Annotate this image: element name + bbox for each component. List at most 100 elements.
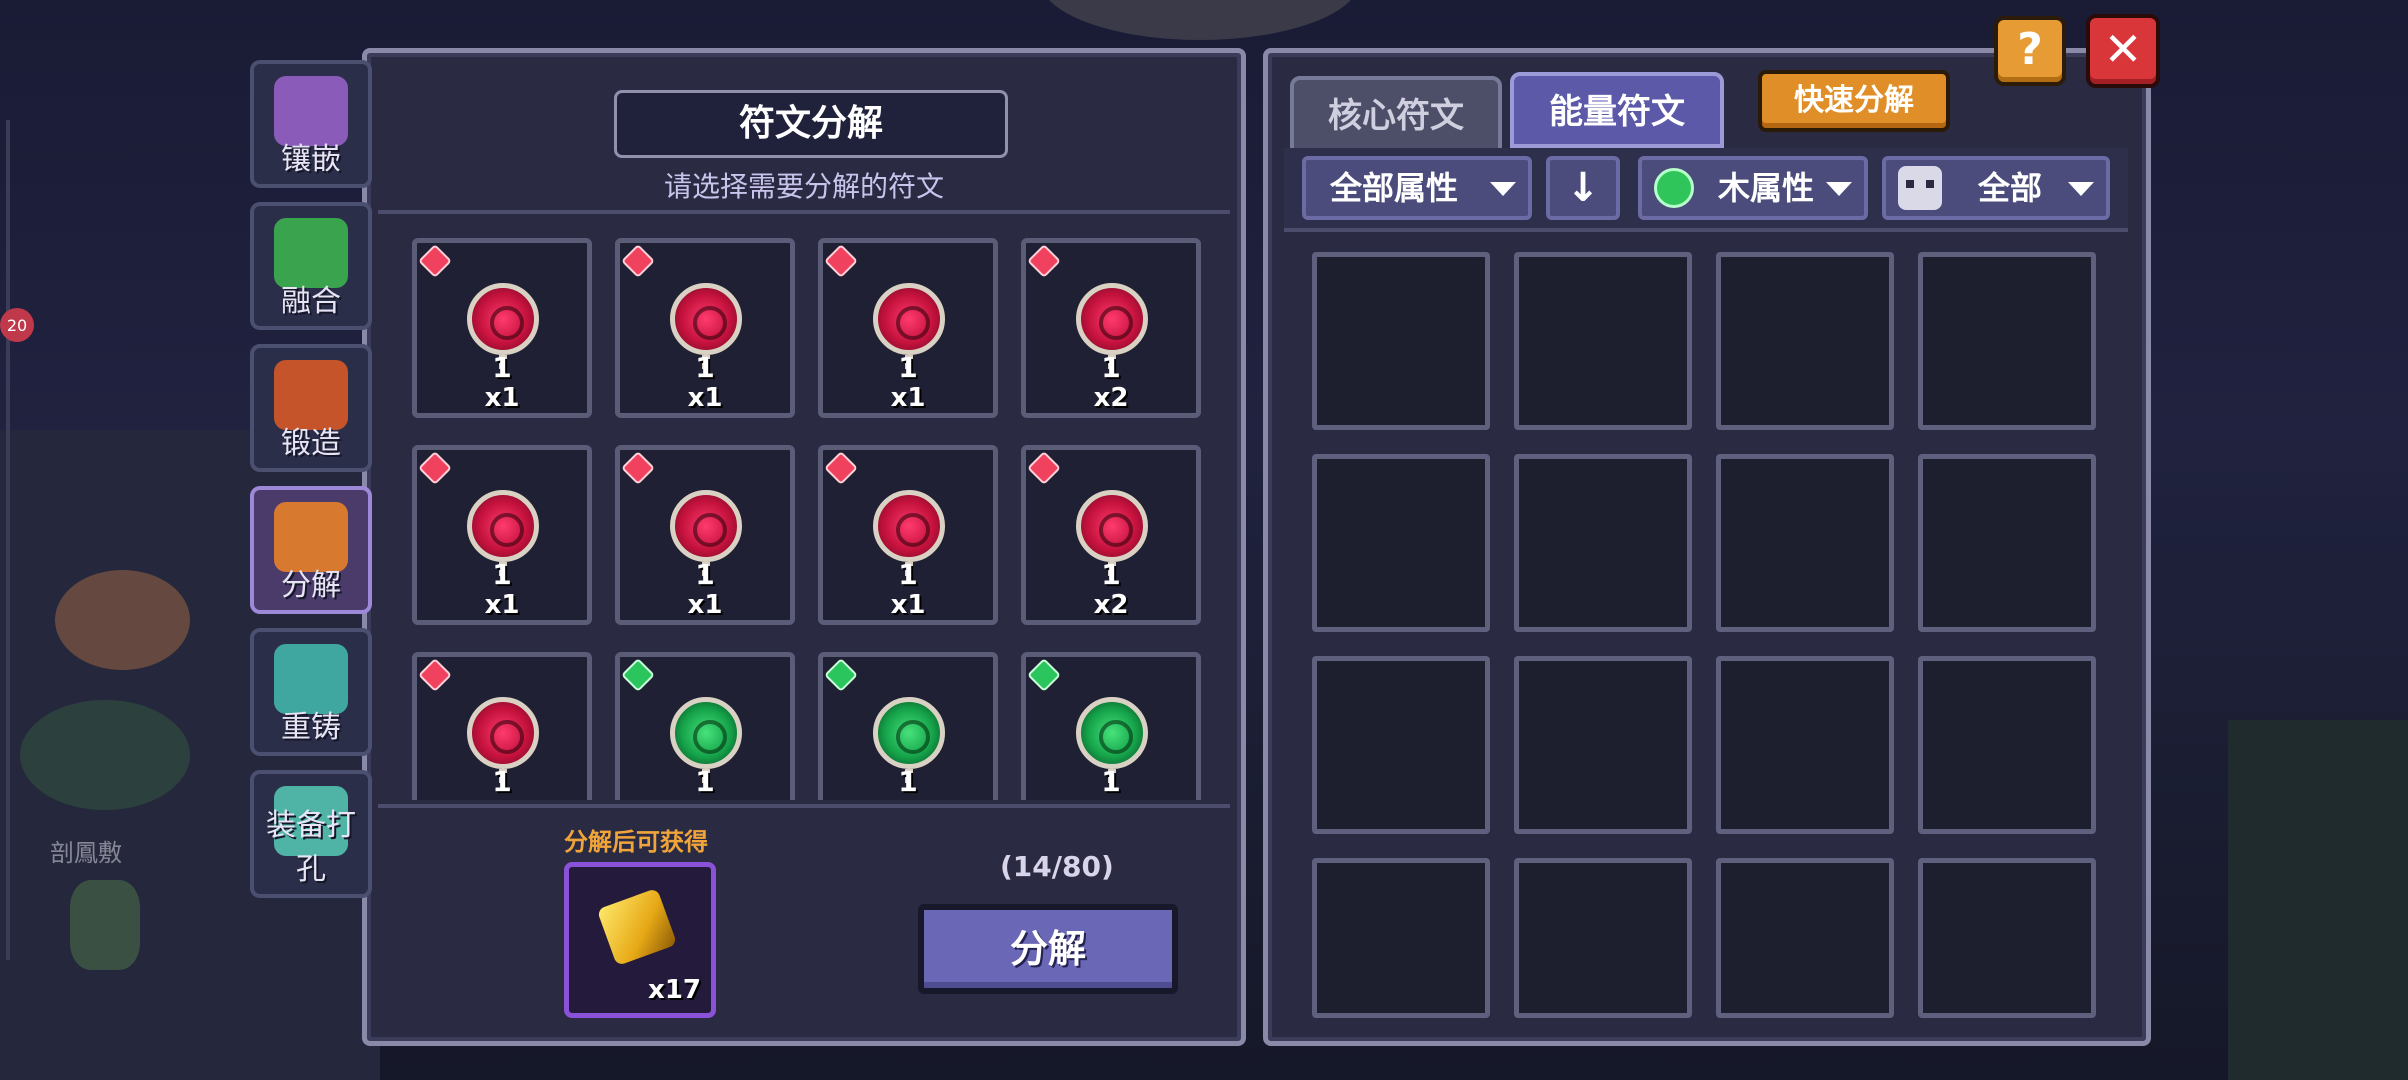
- rune-slot[interactable]: 1 x2: [1021, 445, 1201, 625]
- background-npc: [20, 700, 190, 810]
- rune-level: 1: [898, 558, 918, 591]
- rune-count: x1: [484, 590, 520, 620]
- inventory-slot[interactable]: [1716, 252, 1894, 430]
- fire-element-icon: [824, 244, 858, 278]
- inventory-slot[interactable]: [1514, 858, 1692, 1018]
- fire-element-icon: [418, 244, 452, 278]
- rune-orb-icon: [670, 283, 742, 355]
- help-button[interactable]: ?: [1994, 16, 2066, 86]
- rune-slot[interactable]: 1 x1: [615, 238, 795, 418]
- background-house: [2228, 720, 2408, 1080]
- quick-decompose-button[interactable]: 快速分解: [1758, 70, 1950, 132]
- tab-core-runes[interactable]: 核心符文: [1290, 76, 1502, 152]
- tab-energy-runes[interactable]: 能量符文: [1510, 72, 1724, 148]
- inventory-slot[interactable]: [1312, 656, 1490, 834]
- rune-level: 1: [492, 765, 512, 798]
- inventory-slot[interactable]: [1716, 858, 1894, 1018]
- inventory-slot[interactable]: [1918, 252, 2096, 430]
- inventory-slot[interactable]: [1716, 454, 1894, 632]
- category-filter-dropdown[interactable]: 全部: [1882, 156, 2110, 220]
- reward-label: 分解后可获得: [564, 828, 708, 856]
- side-tab-label: 镶嵌: [281, 142, 341, 177]
- rune-orb-icon: [1076, 283, 1148, 355]
- divider: [1284, 228, 2128, 232]
- element-filter-dropdown[interactable]: 木属性: [1638, 156, 1868, 220]
- inventory-slot[interactable]: [1716, 656, 1894, 834]
- fire-element-icon: [621, 244, 655, 278]
- rune-slot[interactable]: 1 x1: [412, 445, 592, 625]
- rune-level: 1: [695, 351, 715, 384]
- rune-count: x2: [1093, 383, 1129, 413]
- rune-count: x1: [687, 383, 723, 413]
- rune-orb-icon: [1076, 490, 1148, 562]
- rune-slot[interactable]: 1 x1: [818, 445, 998, 625]
- inventory-slot[interactable]: [1514, 454, 1692, 632]
- sort-order-button[interactable]: ↓: [1546, 156, 1620, 220]
- rune-slot[interactable]: 1 x1: [818, 238, 998, 418]
- side-tab-0[interactable]: 镶嵌: [250, 60, 372, 188]
- rune-orb-icon: [467, 697, 539, 769]
- rune-capacity: (14/80): [1000, 850, 1114, 883]
- fire-element-icon: [418, 451, 452, 485]
- rune-level: 1: [898, 351, 918, 384]
- rune-slot[interactable]: 1 x1: [412, 238, 592, 418]
- rune-level: 1: [1101, 765, 1121, 798]
- rune-slot[interactable]: 1 x2: [1021, 238, 1201, 418]
- gold-ingot-icon: [596, 887, 678, 967]
- side-tab-1[interactable]: 融合: [250, 202, 372, 330]
- fire-element-icon: [621, 451, 655, 485]
- wood-element-icon: [824, 658, 858, 692]
- close-button[interactable]: ✕: [2086, 14, 2160, 88]
- inventory-slot[interactable]: [1918, 858, 2096, 1018]
- inventory-slot[interactable]: [1514, 656, 1692, 834]
- rune-level: 1: [695, 765, 715, 798]
- rune-level: 1: [898, 765, 918, 798]
- side-tab-label: 融合: [281, 284, 341, 319]
- fire-element-icon: [824, 451, 858, 485]
- rune-level: 1: [695, 558, 715, 591]
- rune-slot[interactable]: 1 x1: [615, 445, 795, 625]
- chevron-down-icon: [1826, 182, 1852, 196]
- attribute-filter-dropdown[interactable]: 全部属性: [1302, 156, 1532, 220]
- side-tab-2[interactable]: 锻造: [250, 344, 372, 472]
- background-moon: [1040, 0, 1360, 40]
- inventory-slot[interactable]: [1312, 858, 1490, 1018]
- rune-slot[interactable]: 1: [412, 652, 592, 800]
- background-edge: [6, 120, 10, 960]
- panel-title: 符文分解: [614, 90, 1008, 158]
- attribute-filter-label: 全部属性: [1330, 169, 1459, 207]
- inventory-slot[interactable]: [1918, 656, 2096, 834]
- inventory-slot[interactable]: [1514, 252, 1692, 430]
- rune-slot[interactable]: 1: [615, 652, 795, 800]
- monster-icon: [1898, 166, 1942, 210]
- fire-element-icon: [1027, 451, 1061, 485]
- fire-element-icon: [418, 658, 452, 692]
- rune-slot[interactable]: 1: [818, 652, 998, 800]
- inventory-slot[interactable]: [1918, 454, 2096, 632]
- side-tab-5[interactable]: 装备打孔: [250, 770, 372, 898]
- chevron-down-icon: [1490, 182, 1516, 196]
- wood-element-icon: [1027, 658, 1061, 692]
- rune-level: 1: [1101, 351, 1121, 384]
- selected-rune-grid: 1 x1 1 x1 1 x1 1 x2 1 x1 1 x1 1 x1 1 x2 1 1 1 1: [400, 228, 1220, 800]
- side-tab-label: 分解: [281, 568, 341, 603]
- category-filter-label: 全部: [1978, 169, 2043, 207]
- reward-quantity: x17: [648, 975, 701, 1005]
- rune-slot[interactable]: 1: [1021, 652, 1201, 800]
- inventory-slot[interactable]: [1312, 252, 1490, 430]
- rune-count: x1: [484, 383, 520, 413]
- rune-orb-icon: [873, 490, 945, 562]
- wood-element-icon: [1654, 168, 1694, 208]
- background-npc-shield: [55, 570, 190, 670]
- inventory-slot[interactable]: [1312, 454, 1490, 632]
- side-tab-3[interactable]: 分解: [250, 486, 372, 614]
- panel-subtitle: 请选择需要分解的符文: [663, 170, 944, 203]
- rune-orb-icon: [467, 490, 539, 562]
- side-tab-label: 重铸: [281, 710, 341, 745]
- side-tab-4[interactable]: 重铸: [250, 628, 372, 756]
- decompose-button[interactable]: 分解: [918, 904, 1178, 994]
- rune-level: 1: [492, 351, 512, 384]
- divider: [378, 210, 1230, 214]
- element-filter-label: 木属性: [1718, 169, 1815, 207]
- rune-orb-icon: [670, 697, 742, 769]
